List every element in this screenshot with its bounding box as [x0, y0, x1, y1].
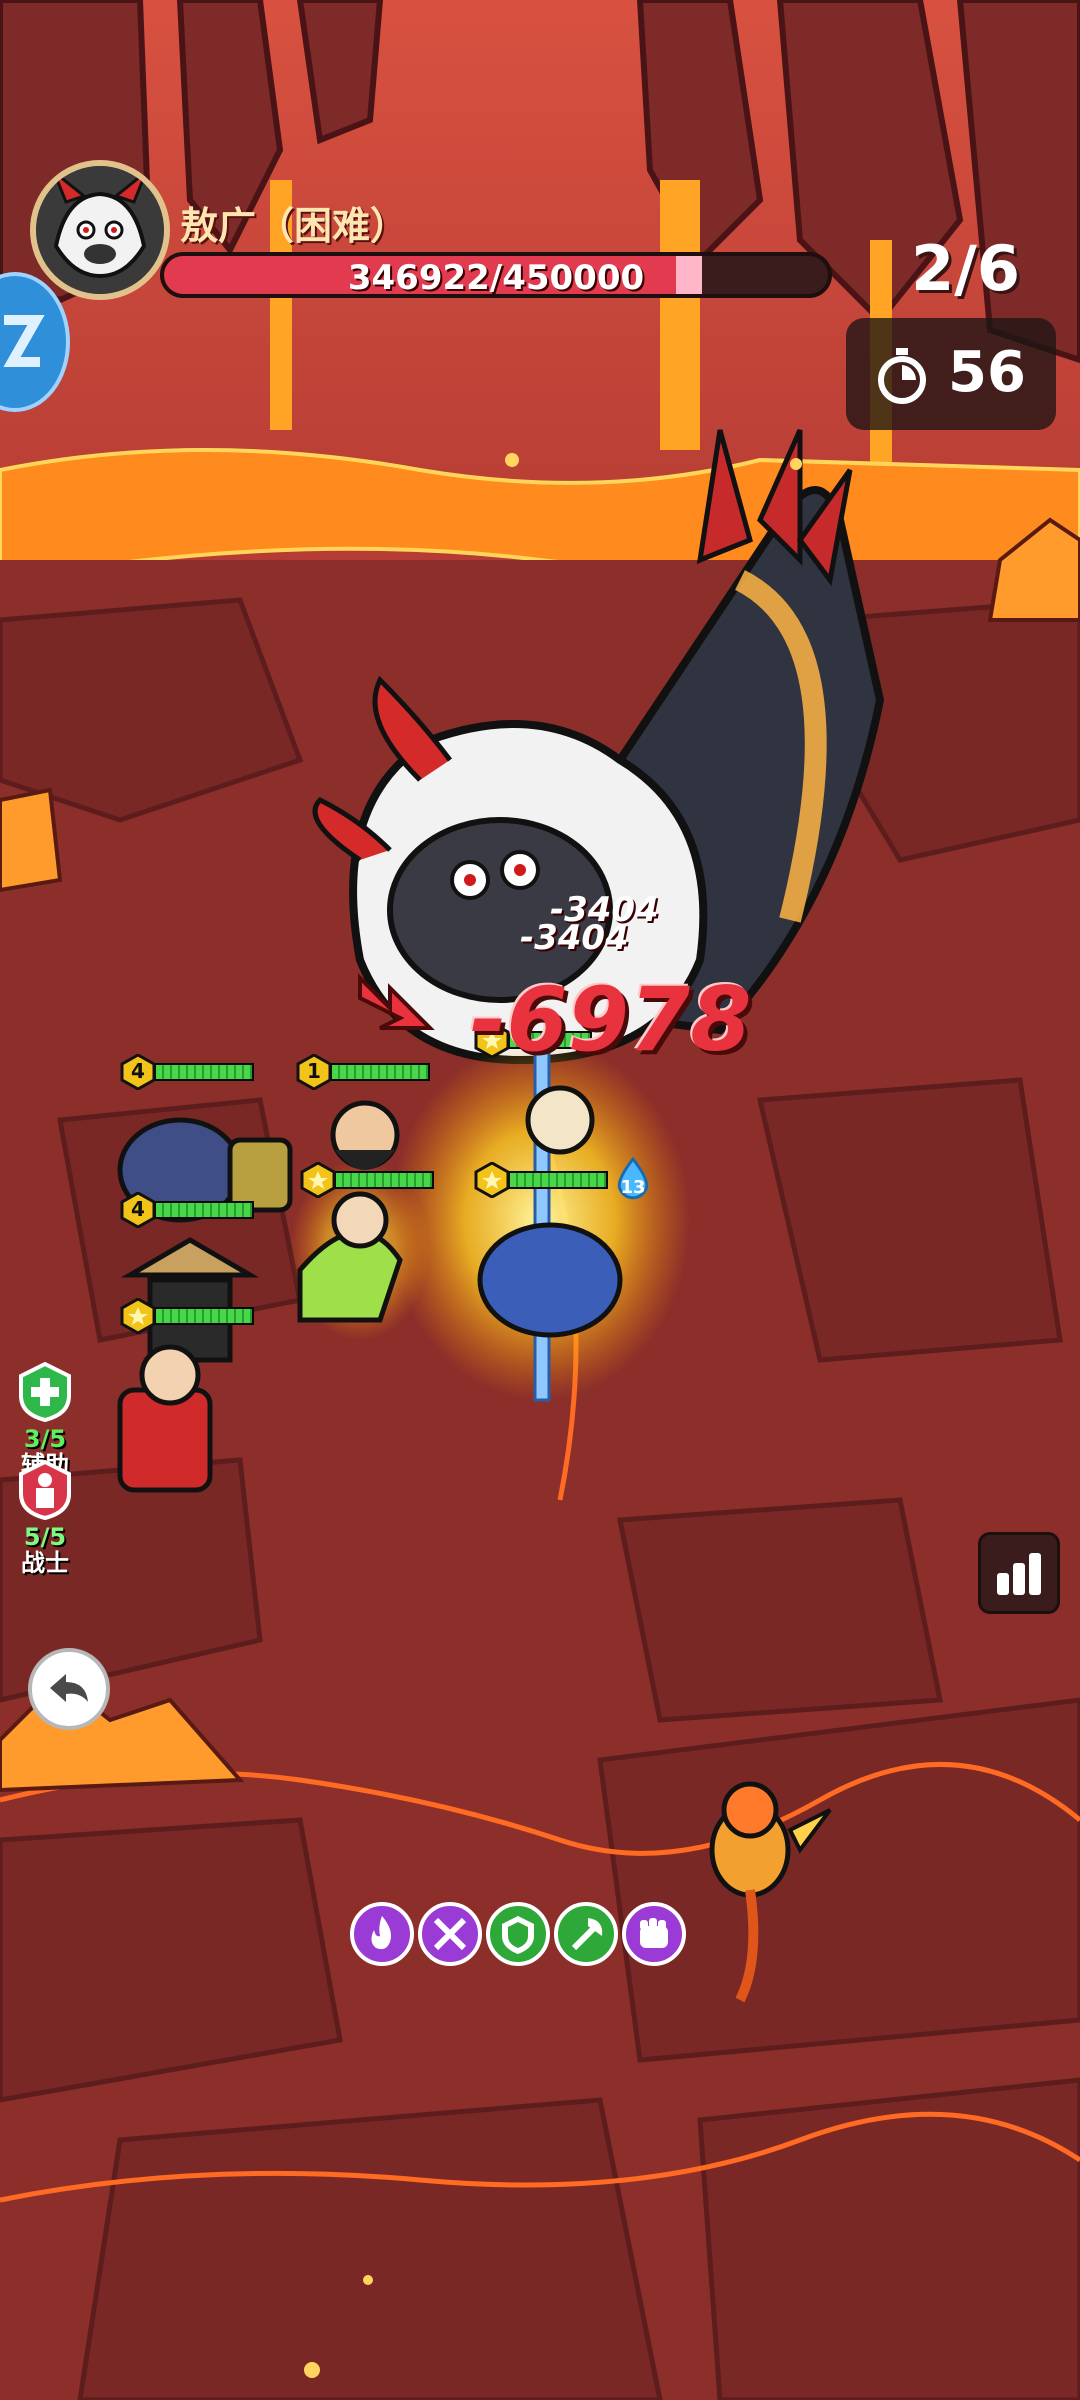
boss-hp-text: 346922/450000: [347, 258, 645, 298]
svg-text:13: 13: [620, 1177, 645, 1198]
warrior-class-label: 战士: [21, 1549, 69, 1577]
axe-skill-icon[interactable]: [554, 1902, 618, 1966]
damage-stats-button[interactable]: [978, 1532, 1060, 1614]
damage-number-critical: -6978: [470, 968, 752, 1071]
unit-hp-bar: [154, 1307, 254, 1325]
lightning-icon: [3, 315, 45, 367]
figure-shield-icon: [19, 1459, 71, 1521]
battle-timer: 56: [846, 318, 1056, 430]
unit-status: 4: [120, 1053, 254, 1091]
fire-skill-icon[interactable]: [350, 1902, 414, 1966]
support-class-count: 3/5: [23, 1425, 67, 1453]
unit-status: 4: [120, 1191, 254, 1229]
star-badge: [120, 1297, 156, 1335]
stopwatch-icon: [878, 348, 926, 404]
shield-skill-icon[interactable]: [486, 1902, 550, 1966]
unit-status: [300, 1161, 434, 1199]
unit-hp-bar: [508, 1171, 608, 1189]
level-badge: 4: [120, 1053, 156, 1091]
level-badge: 1: [296, 1053, 332, 1091]
bar-chart-icon: [997, 1553, 1041, 1595]
crossed-swords-skill-icon[interactable]: [418, 1902, 482, 1966]
star-badge: [300, 1161, 336, 1199]
unit-status: [120, 1297, 254, 1335]
water-drop-icon: 13: [617, 1157, 649, 1200]
back-button[interactable]: [28, 1648, 110, 1730]
hero-bearded-warrior: [330, 1100, 400, 1170]
dragon-king-portrait-icon: [36, 166, 164, 294]
skill-bar: [350, 1902, 686, 1966]
warrior-class-count: 5/5: [23, 1523, 67, 1551]
cross-shield-icon: [19, 1361, 71, 1423]
star-badge: [474, 1161, 510, 1199]
unit-hp-bar: [154, 1063, 254, 1081]
wave-counter: 2/6: [911, 232, 1020, 305]
boss-hp-bar: 346922/450000: [160, 252, 832, 298]
damage-number-small: -3404: [520, 918, 629, 958]
unit-hp-bar: [154, 1201, 254, 1219]
critical-hit-icon: [358, 973, 435, 1030]
unit-status: 1: [296, 1053, 430, 1091]
back-arrow-icon: [50, 1674, 88, 1702]
level-badge: 4: [120, 1191, 156, 1229]
blue-side-badge[interactable]: [0, 272, 70, 412]
timer-value: 56: [948, 340, 1026, 405]
unit-hp-bar: [334, 1171, 434, 1189]
boss-name: 敖广（困难）: [180, 204, 409, 248]
fist-skill-icon[interactable]: [622, 1902, 686, 1966]
unit-status: 13: [474, 1157, 656, 1200]
warrior-class-badge[interactable]: 5/5 战士: [14, 1459, 76, 1577]
unit-hp-bar: [330, 1063, 430, 1081]
